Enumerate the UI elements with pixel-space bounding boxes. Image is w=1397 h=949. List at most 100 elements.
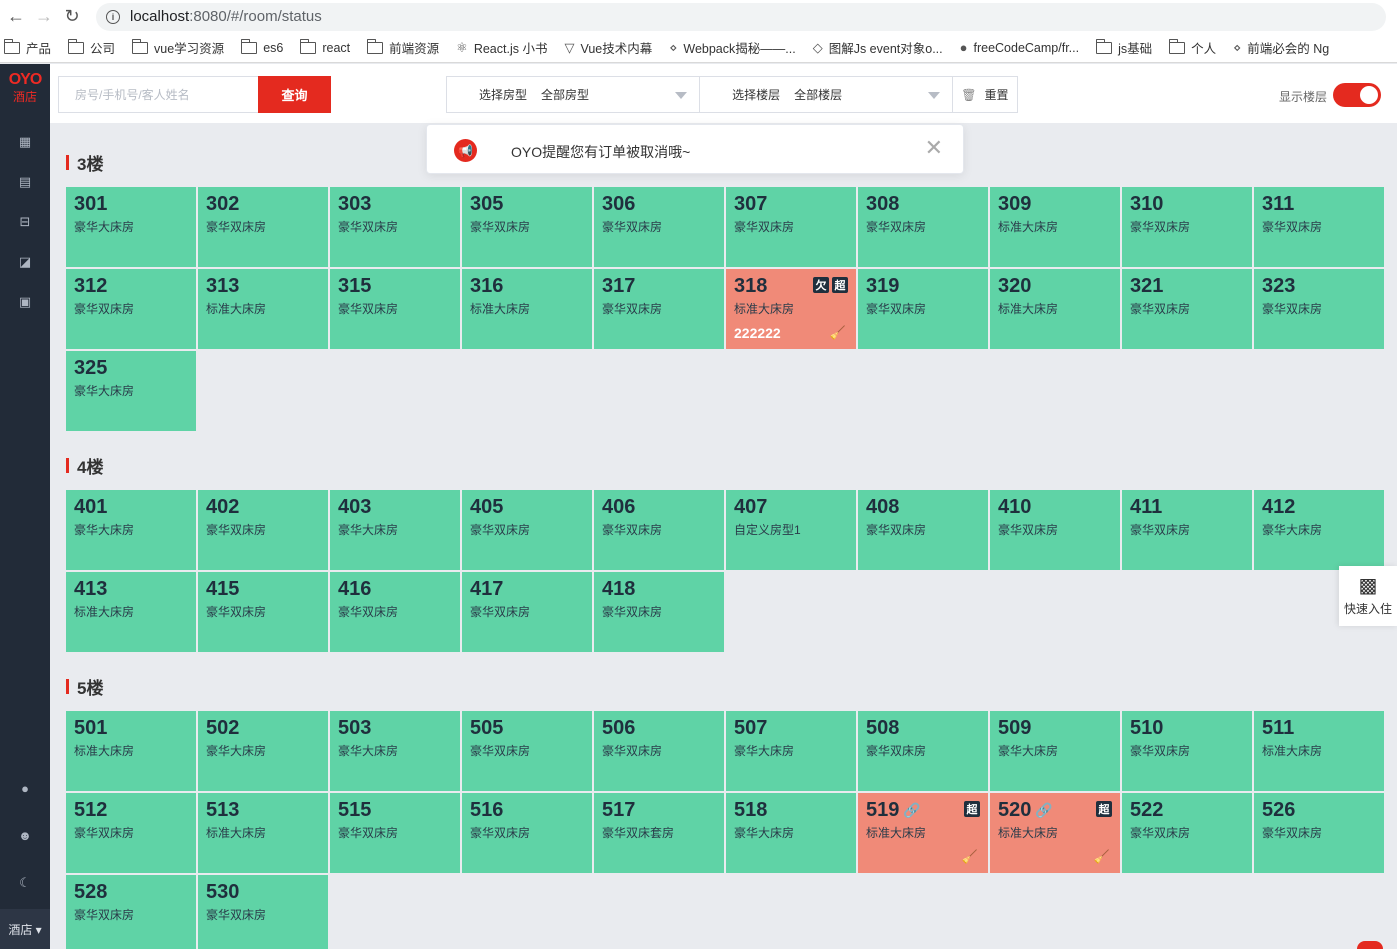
search-input[interactable]: 房号/手机号/客人姓名 (58, 76, 258, 113)
room-tile[interactable]: 305 豪华双床房 (462, 187, 592, 267)
bookmark-item[interactable]: 产品 (3, 38, 51, 57)
bookmark-item[interactable]: react (299, 38, 350, 55)
site-info-icon[interactable]: i (106, 9, 120, 24)
room-tile[interactable]: 312 豪华双床房 (66, 269, 196, 349)
room-tile[interactable]: 302 豪华双床房 (198, 187, 328, 267)
room-tile[interactable]: 319 豪华双床房 (858, 269, 988, 349)
room-tile[interactable]: 507 豪华大床房 (726, 711, 856, 791)
room-tile[interactable]: 511 标准大床房 (1254, 711, 1384, 791)
room-tile[interactable]: 411 豪华双床房 (1122, 490, 1252, 570)
room-tile[interactable]: 506 豪华双床房 (594, 711, 724, 791)
chart-icon[interactable]: ◪ (0, 247, 50, 277)
bookmark-item[interactable]: ▽ Vue技术内幕 (564, 38, 652, 57)
room-tile[interactable]: 323 豪华双床房 (1254, 269, 1384, 349)
room-tile[interactable]: 518 豪华大床房 (726, 793, 856, 873)
room-tile[interactable]: 416 豪华双床房 (330, 572, 460, 652)
room-tile[interactable]: 403 豪华大床房 (330, 490, 460, 570)
quick-checkin-button[interactable]: ▩ 快速入住 (1339, 566, 1397, 626)
room-number: 407 (734, 496, 768, 518)
room-tile[interactable]: 513 标准大床房 (198, 793, 328, 873)
bell-icon[interactable]: ● (0, 773, 50, 803)
grid-icon[interactable]: ▦ (0, 127, 50, 157)
room-number-row: 415 (206, 578, 320, 600)
room-tile[interactable]: 515 豪华双床房 (330, 793, 460, 873)
bookmark-item[interactable]: 个人 (1168, 38, 1216, 57)
room-number-row: 505 (470, 717, 584, 739)
hotel-switcher[interactable]: 酒店 ▾ (0, 909, 50, 949)
room-tile[interactable]: 412 豪华大床房 (1254, 490, 1384, 570)
room-tile[interactable]: 325 豪华大床房 (66, 351, 196, 431)
bookmark-item[interactable]: 前端资源 (366, 38, 439, 57)
room-tile[interactable]: 517 豪华双床套房 (594, 793, 724, 873)
search-button[interactable]: 查询 (258, 76, 331, 113)
reload-icon[interactable]: ↻ (58, 3, 86, 31)
bookmark-item[interactable]: vue学习资源 (131, 38, 224, 57)
close-icon[interactable]: ✕ (925, 137, 943, 159)
room-tile[interactable]: 309 标准大床房 (990, 187, 1120, 267)
feedback-tab[interactable] (1357, 941, 1383, 949)
room-tile[interactable]: 406 豪华双床房 (594, 490, 724, 570)
room-tile[interactable]: 522 豪华双床房 (1122, 793, 1252, 873)
forward-arrow-icon[interactable]: → (30, 3, 58, 31)
oyo-logo[interactable]: OYO 酒店 (0, 64, 50, 120)
react-icon: ⚛ (456, 39, 468, 55)
bookmark-item[interactable]: 公司 (67, 38, 115, 57)
bed-icon[interactable]: ⊟ (0, 207, 50, 237)
room-tile[interactable]: 509 豪华大床房 (990, 711, 1120, 791)
room-tile[interactable]: 318 标准大床房 欠超 222222 🧹 (726, 269, 856, 349)
reset-button[interactable]: 🗑 重置 (953, 77, 1017, 112)
room-tile[interactable]: 502 豪华大床房 (198, 711, 328, 791)
room-tile[interactable]: 401 豪华大床房 (66, 490, 196, 570)
room-tile[interactable]: 308 豪华双床房 (858, 187, 988, 267)
room-tile[interactable]: 520 🔗 标准大床房 超 🧹 (990, 793, 1120, 873)
room-tile[interactable]: 301 豪华大床房 (66, 187, 196, 267)
room-tile[interactable]: 321 豪华双床房 (1122, 269, 1252, 349)
monitor-icon[interactable]: ▣ (0, 287, 50, 317)
bookmark-item[interactable]: js基础 (1095, 38, 1152, 57)
room-tile[interactable]: 402 豪华双床房 (198, 490, 328, 570)
room-tile[interactable]: 410 豪华双床房 (990, 490, 1120, 570)
bookmark-item[interactable]: ⋄ 前端必会的 Ng (1233, 38, 1329, 57)
room-tile[interactable]: 310 豪华双床房 (1122, 187, 1252, 267)
document-icon[interactable]: ▤ (0, 167, 50, 197)
room-tile[interactable]: 307 豪华双床房 (726, 187, 856, 267)
moon-icon[interactable]: ☾ (0, 868, 50, 898)
room-tile[interactable]: 316 标准大床房 (462, 269, 592, 349)
room-tile[interactable]: 519 🔗 标准大床房 超 🧹 (858, 793, 988, 873)
room-tile[interactable]: 512 豪华双床房 (66, 793, 196, 873)
room-tile[interactable]: 407 自定义房型1 (726, 490, 856, 570)
back-arrow-icon[interactable]: ← (2, 3, 30, 31)
bookmark-item[interactable]: ⚛ React.js 小书 (456, 38, 547, 57)
user-icon[interactable]: ☻ (0, 820, 50, 850)
room-tile[interactable]: 528 豪华双床房 (66, 875, 196, 949)
room-tile[interactable]: 413 标准大床房 (66, 572, 196, 652)
url-field[interactable]: i localhost:8080/#/room/status (96, 2, 1386, 31)
room-tile[interactable]: 317 豪华双床房 (594, 269, 724, 349)
room-tile[interactable]: 530 豪华双床房 (198, 875, 328, 949)
room-tile[interactable]: 408 豪华双床房 (858, 490, 988, 570)
room-tile[interactable]: 315 豪华双床房 (330, 269, 460, 349)
room-tile[interactable]: 415 豪华双床房 (198, 572, 328, 652)
bookmark-item[interactable]: ⋄ Webpack揭秘——... (669, 38, 795, 57)
room-tile[interactable]: 418 豪华双床房 (594, 572, 724, 652)
room-tile[interactable]: 417 豪华双床房 (462, 572, 592, 652)
room-tile[interactable]: 405 豪华双床房 (462, 490, 592, 570)
room-tile[interactable]: 516 豪华双床房 (462, 793, 592, 873)
room-tile[interactable]: 526 豪华双床房 (1254, 793, 1384, 873)
room-tile[interactable]: 306 豪华双床房 (594, 187, 724, 267)
show-floor-toggle[interactable] (1333, 83, 1381, 107)
bookmark-item[interactable]: ● freeCodeCamp/fr... (960, 40, 1079, 55)
room-tile[interactable]: 313 标准大床房 (198, 269, 328, 349)
room-tile[interactable]: 503 豪华大床房 (330, 711, 460, 791)
room-tile[interactable]: 510 豪华双床房 (1122, 711, 1252, 791)
bookmark-item[interactable]: ◇ 图解Js event对象o... (813, 38, 943, 57)
room-type-select[interactable]: 选择房型 全部房型 (447, 77, 701, 112)
room-tile[interactable]: 501 标准大床房 (66, 711, 196, 791)
room-tile[interactable]: 505 豪华双床房 (462, 711, 592, 791)
room-tile[interactable]: 320 标准大床房 (990, 269, 1120, 349)
room-tile[interactable]: 303 豪华双床房 (330, 187, 460, 267)
floor-select[interactable]: 选择楼层 全部楼层 (700, 77, 954, 112)
bookmark-item[interactable]: es6 (240, 38, 283, 55)
room-tile[interactable]: 508 豪华双床房 (858, 711, 988, 791)
room-tile[interactable]: 311 豪华双床房 (1254, 187, 1384, 267)
